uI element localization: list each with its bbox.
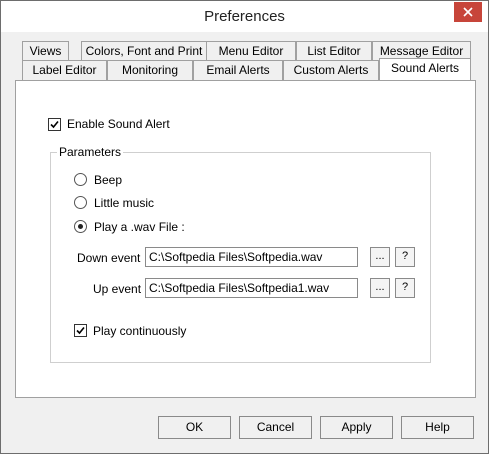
tab-monitoring[interactable]: Monitoring [107, 60, 193, 80]
play-continuously-checkbox[interactable] [74, 324, 87, 337]
up-event-browse-button[interactable]: ... [370, 278, 390, 298]
play-continuously-label: Play continuously [93, 324, 187, 338]
tab-colors-font-print[interactable]: Colors, Font and Print [81, 41, 207, 61]
down-event-browse-button[interactable]: ... [370, 247, 390, 267]
tab-custom-alerts[interactable]: Custom Alerts [283, 60, 379, 80]
tab-label-editor[interactable]: Label Editor [22, 60, 107, 80]
preferences-window: Preferences Views Colors, Font and Print… [0, 0, 489, 454]
radio-beep[interactable] [74, 173, 87, 186]
tab-menu-editor[interactable]: Menu Editor [206, 41, 296, 61]
down-event-field[interactable]: C:\Softpedia Files\Softpedia.wav [145, 247, 358, 267]
cancel-button[interactable]: Cancel [239, 416, 312, 439]
tab-email-alerts[interactable]: Email Alerts [193, 60, 283, 80]
apply-button[interactable]: Apply [320, 416, 393, 439]
tab-sound-alerts[interactable]: Sound Alerts [379, 58, 471, 80]
title-bar: Preferences [1, 1, 488, 32]
up-event-field[interactable]: C:\Softpedia Files\Softpedia1.wav [145, 278, 358, 298]
enable-sound-alert-label: Enable Sound Alert [67, 117, 170, 131]
help-button[interactable]: Help [401, 416, 474, 439]
checkmark-icon [50, 120, 59, 129]
tab-views[interactable]: Views [22, 41, 69, 61]
up-event-label: Up event [93, 282, 142, 296]
radio-little-music[interactable] [74, 196, 87, 209]
ok-button[interactable]: OK [158, 416, 231, 439]
close-button[interactable] [454, 2, 482, 22]
enable-sound-alert-checkbox[interactable] [48, 118, 61, 131]
parameters-group: Parameters Beep Little music Play a .wav… [50, 145, 431, 363]
radio-beep-label: Beep [94, 173, 123, 187]
radio-play-wav-label: Play a .wav File : [94, 220, 185, 234]
sound-alerts-panel: Enable Sound Alert Parameters Beep Littl… [15, 80, 476, 398]
parameters-group-title: Parameters [57, 145, 124, 159]
down-event-label: Down event [77, 251, 141, 265]
tab-list-editor[interactable]: List Editor [296, 41, 372, 61]
window-title: Preferences [204, 8, 285, 25]
radio-little-music-label: Little music [94, 196, 155, 210]
close-icon [463, 7, 473, 17]
up-event-help-button[interactable]: ? [395, 278, 415, 298]
radio-play-wav[interactable] [74, 220, 87, 233]
checkmark-icon [76, 326, 85, 335]
down-event-help-button[interactable]: ? [395, 247, 415, 267]
